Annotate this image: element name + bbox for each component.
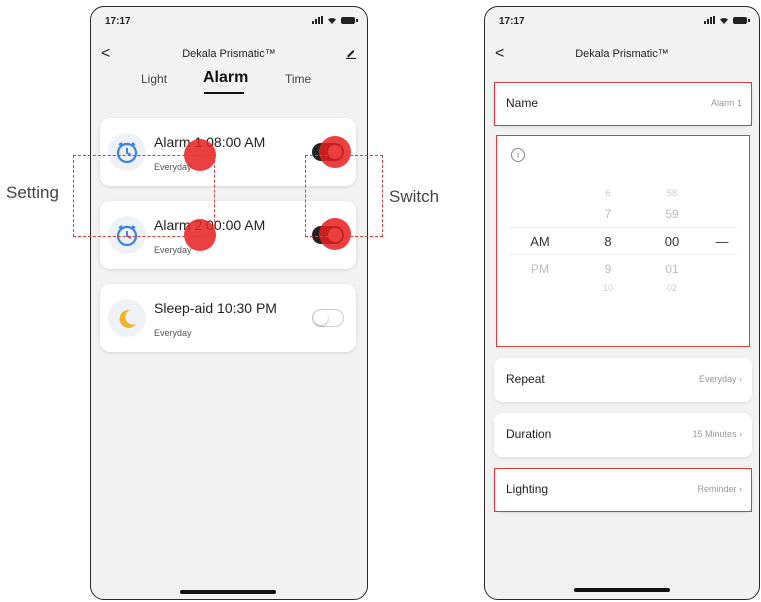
mode-tabs: Light Alarm Time <box>90 69 366 98</box>
status-time: 17:17 <box>105 16 131 27</box>
signal-icon <box>704 16 715 24</box>
alarm-card-3[interactable]: Sleep-aid 10:30 PM Everyday <box>100 284 356 352</box>
picker-minute-selected[interactable]: 00 <box>657 234 687 249</box>
picker-hour-item[interactable]: 6 <box>593 188 623 198</box>
picker-minute-item[interactable]: 02 <box>657 283 687 293</box>
picker-minute-item[interactable]: 01 <box>657 262 687 276</box>
picker-hour-item[interactable]: 10 <box>593 283 623 293</box>
picker-separator: — <box>715 234 729 249</box>
picker-hour-item[interactable]: 9 <box>593 262 623 276</box>
setting-annotation: Setting <box>6 183 59 202</box>
active-tab-underline <box>204 92 244 94</box>
device-title: Dekala Prismatic™ <box>575 48 669 60</box>
repeat-row[interactable]: Repeat Everyday › <box>494 358 752 402</box>
picker-ampm-item[interactable]: PM <box>525 262 555 276</box>
status-bar: 17:17 <box>105 16 358 30</box>
toggle-knob <box>314 311 328 325</box>
signal-icon <box>312 16 323 24</box>
edit-icon[interactable] <box>345 47 357 59</box>
time-picker[interactable]: i 6 58 7 59 AM 8 00 — PM 9 01 10 02 <box>496 135 750 347</box>
device-title: Dekala Prismatic™ <box>182 48 276 60</box>
repeat-label: Repeat <box>506 372 545 386</box>
alarm-name: Sleep-aid 10:30 PM <box>154 300 277 316</box>
tab-time[interactable]: Time <box>285 72 311 86</box>
picker-divider <box>509 254 737 255</box>
home-indicator <box>180 590 276 594</box>
alarm-repeat: Everyday <box>154 328 192 338</box>
status-icons <box>704 16 750 24</box>
status-bar: 17:17 <box>499 16 750 30</box>
name-highlight-box <box>494 82 752 126</box>
duration-row[interactable]: Duration 15 Minutes › <box>494 413 752 457</box>
switch-highlight-box <box>305 155 383 237</box>
picker-minute-item[interactable]: 58 <box>657 188 687 198</box>
nav-bar: < Dekala Prismatic™ <box>91 45 367 65</box>
moon-icon <box>108 299 146 337</box>
battery-icon <box>341 16 358 24</box>
tab-light[interactable]: Light <box>141 72 167 86</box>
picker-hour-selected[interactable]: 8 <box>593 234 623 249</box>
duration-value: 15 Minutes › <box>692 429 742 439</box>
status-icons <box>312 16 358 24</box>
picker-hour-item[interactable]: 7 <box>593 207 623 221</box>
wifi-icon <box>328 17 336 24</box>
nav-bar: < Dekala Prismatic™ <box>485 45 759 65</box>
switch-annotation: Switch <box>389 187 440 206</box>
picker-minute-item[interactable]: 59 <box>657 207 687 221</box>
home-indicator <box>574 588 670 592</box>
alarm-toggle[interactable] <box>312 309 344 327</box>
wifi-icon <box>720 17 728 24</box>
battery-icon <box>733 16 750 24</box>
setting-highlight-box <box>73 155 215 237</box>
duration-label: Duration <box>506 427 552 441</box>
picker-divider <box>509 227 737 228</box>
repeat-value: Everyday › <box>698 374 742 384</box>
info-icon[interactable]: i <box>511 148 525 162</box>
status-time: 17:17 <box>499 16 525 27</box>
picker-ampm-selected[interactable]: AM <box>525 234 555 249</box>
alarm-repeat: Everyday <box>154 245 192 255</box>
tab-alarm[interactable]: Alarm <box>203 69 248 87</box>
lighting-highlight-box <box>494 468 752 512</box>
